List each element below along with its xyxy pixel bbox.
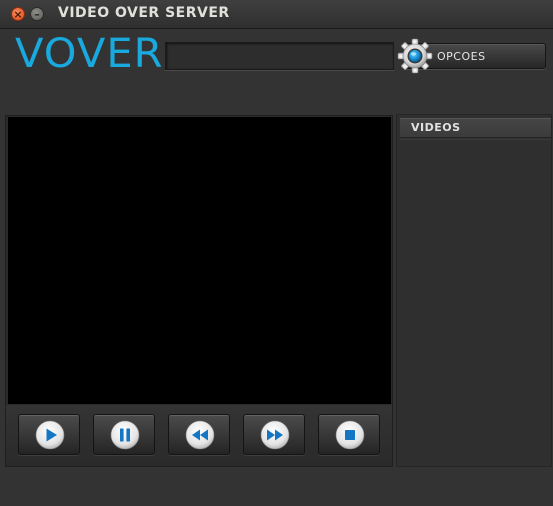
videos-panel: VIDEOS [397,115,551,466]
minimize-window-button[interactable]: – [30,7,44,21]
rewind-button[interactable] [168,414,230,455]
rewind-icon [185,420,215,450]
window-title: VIDEO OVER SERVER [58,5,230,21]
pause-icon [110,420,140,450]
gear-icon[interactable] [396,37,434,75]
video-display[interactable] [8,117,391,404]
video-player [6,116,392,466]
close-icon: × [13,8,23,21]
videos-list[interactable] [400,139,551,465]
play-button[interactable] [18,414,80,455]
title-bar: × – VIDEO OVER SERVER [0,0,553,29]
fast-forward-icon [260,420,290,450]
app-window: × – VIDEO OVER SERVER VOVER OPCOES VIDEO… [0,0,553,506]
pause-button[interactable] [93,414,155,455]
options-button-label: OPCOES [437,50,486,63]
videos-panel-title: VIDEOS [411,121,461,134]
stop-button[interactable] [318,414,380,455]
stop-icon [335,420,365,450]
app-logo: VOVER [15,31,164,77]
url-input[interactable] [165,42,394,70]
header: VOVER OPCOES [0,29,553,109]
fast-forward-button[interactable] [243,414,305,455]
minimize-icon: – [34,8,40,21]
close-window-button[interactable]: × [11,7,25,21]
play-icon [35,420,65,450]
videos-panel-header: VIDEOS [400,118,551,138]
bottom-area [0,470,553,506]
playback-controls [6,405,392,466]
